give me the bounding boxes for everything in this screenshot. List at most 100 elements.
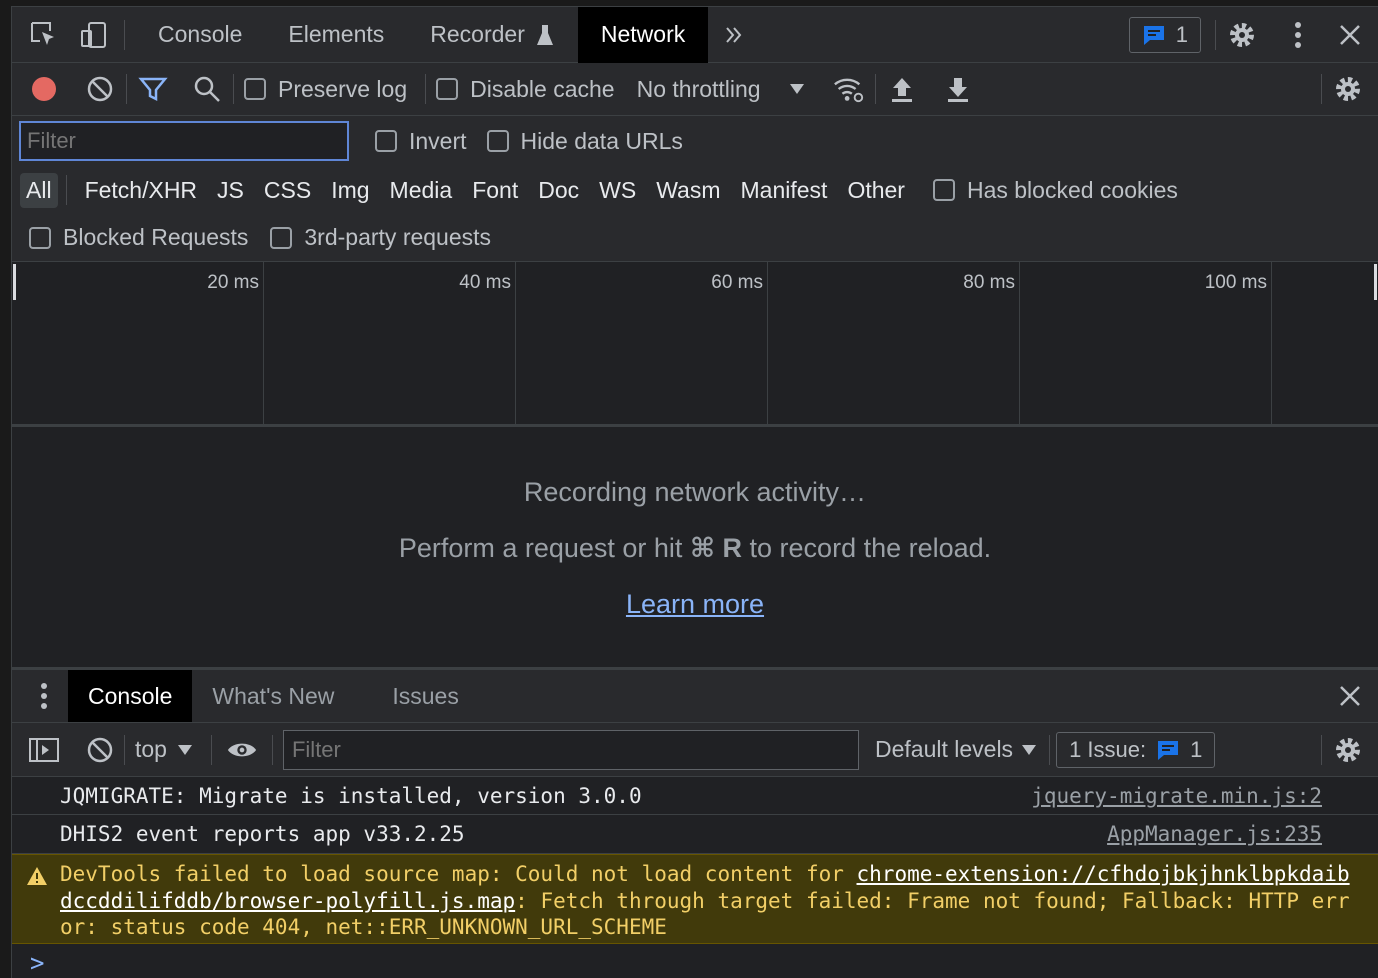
console-settings-gear-icon[interactable] <box>1332 734 1364 766</box>
type-filter-wasm[interactable]: Wasm <box>646 177 730 204</box>
close-icon[interactable] <box>1334 19 1366 51</box>
invert-checkbox[interactable] <box>375 130 397 152</box>
tick-label: 100 ms <box>1204 272 1267 293</box>
hide-data-urls-label: Hide data URLs <box>520 127 683 154</box>
timeline-tick: 100 ms <box>1020 262 1272 424</box>
tab-elements[interactable]: Elements <box>265 7 407 63</box>
invert-label: Invert <box>409 127 467 154</box>
settings-gear-icon[interactable] <box>1226 19 1258 51</box>
reload-hint: Perform a request or hit ⌘ R to record t… <box>12 533 1378 564</box>
issues-button[interactable]: 1 <box>1128 16 1201 53</box>
type-filter-media[interactable]: Media <box>380 177 463 204</box>
type-filter-ws[interactable]: WS <box>589 177 646 204</box>
more-tabs-icon[interactable] <box>718 19 750 51</box>
warning-text: DevTools failed to load source map: Coul… <box>60 861 1350 941</box>
type-filter-other[interactable]: Other <box>837 177 915 204</box>
third-party-label: 3rd-party requests <box>304 224 492 250</box>
type-filter-img[interactable]: Img <box>321 177 379 204</box>
console-issues-label: 1 Issue: <box>1069 736 1147 762</box>
warning-triangle-icon <box>27 867 47 885</box>
type-filter-js[interactable]: JS <box>207 177 254 204</box>
tick-label: 80 ms <box>963 272 1015 293</box>
preserve-log-checkbox[interactable] <box>244 78 266 100</box>
hide-data-urls-checkbox[interactable] <box>486 130 509 152</box>
type-filter-doc[interactable]: Doc <box>528 177 589 204</box>
third-party-checkbox[interactable] <box>270 226 293 249</box>
console-issues-button[interactable]: 1 Issue: 1 <box>1056 731 1216 768</box>
export-har-icon[interactable] <box>942 73 974 105</box>
disable-cache-checkbox[interactable] <box>436 78 459 100</box>
reload-shortcut: ⌘ R <box>689 533 743 563</box>
type-filter-fetch-xhr[interactable]: Fetch/XHR <box>75 177 207 204</box>
console-message: JQMIGRATE: Migrate is installed, version… <box>12 777 1378 815</box>
issues-count: 1 <box>1175 21 1188 47</box>
tab-recorder[interactable]: Recorder <box>407 7 578 63</box>
network-settings-gear-icon[interactable] <box>1332 73 1364 105</box>
console-issues-count: 1 <box>1190 736 1203 762</box>
timeline-overview[interactable]: 20 ms 40 ms 60 ms 80 ms 100 ms <box>12 262 1378 427</box>
warning-text-pre: DevTools failed to load source map: Coul… <box>60 862 857 886</box>
blocked-requests-checkbox[interactable] <box>29 226 51 249</box>
console-message-source[interactable]: jquery-migrate.min.js:2 <box>1031 784 1322 808</box>
type-filter-all[interactable]: All <box>20 172 58 208</box>
console-message-text: JQMIGRATE: Migrate is installed, version… <box>60 784 642 808</box>
recording-message: Recording network activity… <box>523 477 867 507</box>
inspect-element-icon[interactable] <box>28 19 60 51</box>
network-toolbar: Preserve log Disable cache No throttling <box>12 63 1378 116</box>
drawer-menu-icon[interactable] <box>28 680 60 712</box>
drawer-close-icon[interactable] <box>1334 680 1366 712</box>
import-har-icon[interactable] <box>886 73 918 105</box>
main-tab-bar: Console Elements Recorder Network 1 <box>12 6 1378 63</box>
tab-console[interactable]: Console <box>135 7 265 63</box>
search-icon[interactable] <box>191 73 223 105</box>
has-blocked-cookies-checkbox[interactable] <box>932 179 955 201</box>
context-dropdown-icon[interactable] <box>169 734 201 766</box>
clear-icon[interactable] <box>84 73 116 105</box>
device-toolbar-icon[interactable] <box>78 19 110 51</box>
context-select[interactable]: top <box>135 736 167 763</box>
message-icon <box>1143 25 1164 45</box>
tick-label: 40 ms <box>459 272 511 293</box>
learn-more-link[interactable]: Learn more <box>626 589 764 619</box>
console-message: DHIS2 event reports app v33.2.25 AppMana… <box>12 815 1378 854</box>
timeline-tick: 20 ms <box>12 262 264 424</box>
tab-network[interactable]: Network <box>577 6 709 63</box>
sidebar-toggle-icon[interactable] <box>28 734 60 766</box>
timeline-right-handle[interactable] <box>1374 264 1377 300</box>
console-toolbar: top Default levels 1 Issue: 1 <box>12 723 1378 777</box>
blocked-requests-label: Blocked Requests <box>63 224 249 250</box>
dropdown-arrow-icon[interactable] <box>781 73 813 105</box>
network-empty-state: Recording network activity… Perform a re… <box>12 427 1378 667</box>
filter-funnel-icon[interactable] <box>137 73 169 105</box>
log-levels-select[interactable]: Default levels <box>875 736 1013 763</box>
kebab-menu-icon[interactable] <box>1282 19 1314 51</box>
drawer-tab-whats-new[interactable]: What's New <box>192 670 354 722</box>
console-message-source[interactable]: AppManager.js:235 <box>1107 822 1322 846</box>
preserve-log-label: Preserve log <box>278 75 408 102</box>
flask-icon <box>536 24 553 45</box>
type-filter-manifest[interactable]: Manifest <box>731 177 838 204</box>
console-prompt[interactable]: > <box>30 949 44 977</box>
has-blocked-cookies-label: Has blocked cookies <box>966 176 1178 203</box>
tab-recorder-label: Recorder <box>430 21 525 47</box>
throttling-select[interactable]: No throttling <box>637 76 761 103</box>
console-warning: DevTools failed to load source map: Coul… <box>12 854 1378 944</box>
timeline-tick: 80 ms <box>768 262 1020 424</box>
console-filter-input[interactable] <box>282 729 859 770</box>
network-conditions-icon[interactable] <box>833 73 865 105</box>
console-message-text: DHIS2 event reports app v33.2.25 <box>60 822 465 846</box>
record-button[interactable] <box>28 73 60 105</box>
tick-label: 60 ms <box>711 272 763 293</box>
filter-bar: Invert Hide data URLs <box>12 116 1378 166</box>
live-expression-eye-icon[interactable] <box>226 734 258 766</box>
type-filter-css[interactable]: CSS <box>254 177 321 204</box>
type-filter-font[interactable]: Font <box>462 177 528 204</box>
filter-input[interactable] <box>19 121 349 161</box>
blocked-requests-bar: Blocked Requests 3rd-party requests <box>12 214 1378 262</box>
timeline-tick: 60 ms <box>516 262 768 424</box>
disable-cache-label: Disable cache <box>470 75 615 102</box>
drawer-tab-console[interactable]: Console <box>68 670 193 722</box>
drawer-tab-issues[interactable]: Issues <box>372 670 478 722</box>
levels-dropdown-icon[interactable] <box>1013 734 1045 766</box>
console-clear-icon[interactable] <box>84 734 116 766</box>
